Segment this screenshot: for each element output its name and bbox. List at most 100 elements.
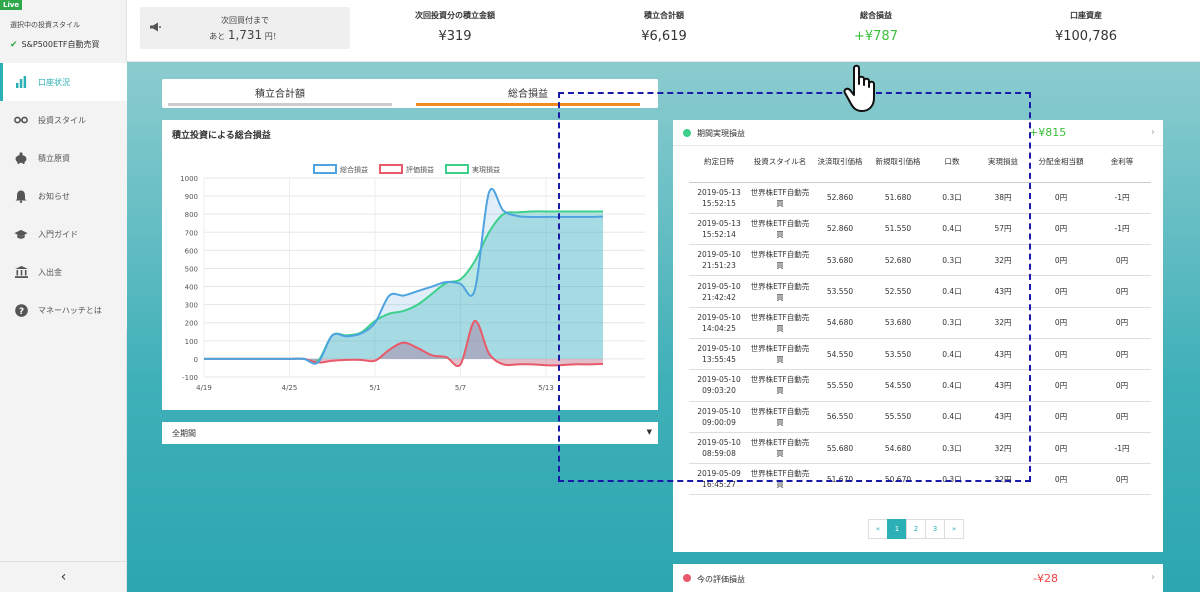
table-cell: 0円 xyxy=(1029,307,1093,339)
table-cell: 0円 xyxy=(1029,338,1093,371)
x-tick-label: 4/19 xyxy=(196,384,212,392)
table-cell: 0円 xyxy=(1093,275,1151,308)
table-cell: 32円 xyxy=(977,432,1029,465)
table-cell: 0.3口 xyxy=(927,244,977,277)
stat-value: ¥319 xyxy=(438,29,472,44)
table-cell: 56.550 xyxy=(811,401,869,433)
table-row: 2019-05-13 15:52:15 世界株ETF自動売買 52.860 51.68… xyxy=(689,182,1151,214)
table-cell: 50.670 xyxy=(869,463,927,496)
table-cell: 2019-05-13 15:52:15 xyxy=(689,182,749,214)
sidebar-item-label: 積立原資 xyxy=(38,153,70,163)
main-content: 積立合計額 総合損益 積立投資による総合損益 1000 900 800 700 600 5… xyxy=(127,62,1200,592)
table-cell: -1円 xyxy=(1093,432,1151,465)
sidebar-item-label: 入出金 xyxy=(38,267,62,277)
table-cell: -1円 xyxy=(1093,182,1151,214)
y-tick-label: 700 xyxy=(185,229,198,237)
realized-profit-card: 期間実現損益 +¥815 › 約定日時 投資スタイル名 決済取引価格 新規取引価… xyxy=(673,120,1163,552)
table-cell: 32円 xyxy=(977,463,1029,496)
sidebar-item-investment-style[interactable]: 投資スタイル xyxy=(0,101,127,139)
table-row: 2019-05-10 09:03:20 世界株ETF自動売買 55.550 54.55… xyxy=(689,369,1151,402)
col-header: 分配金相当額 xyxy=(1029,152,1093,183)
table-row: 2019-05-13 15:52:14 世界株ETF自動売買 52.860 51.55… xyxy=(689,213,1151,246)
sidebar-item-about[interactable]: ? マネーハッチとは xyxy=(0,291,127,329)
table-cell: 55.550 xyxy=(811,369,869,402)
stat-label: 積立合計額 xyxy=(644,11,684,20)
table-cell: 43円 xyxy=(977,369,1029,402)
style-value-text: S&P500ETF自動売買 xyxy=(21,40,100,49)
live-badge: Live xyxy=(0,0,23,10)
tab-total-profit[interactable]: 総合損益 xyxy=(410,79,646,108)
tab-indicator xyxy=(416,103,640,106)
tab-bar: 積立合計額 総合損益 xyxy=(162,79,658,108)
question-circle-icon: ? xyxy=(14,303,28,317)
graduation-cap-icon xyxy=(14,227,28,241)
table-cell: 世界株ETF自動売買 xyxy=(749,213,811,246)
stat-label: 口座資産 xyxy=(1070,11,1102,20)
table-cell: 52.860 xyxy=(811,182,869,214)
y-tick-label: 100 xyxy=(185,338,198,346)
table-cell: 世界株ETF自動売買 xyxy=(749,432,811,465)
table-cell: 0円 xyxy=(1029,369,1093,402)
page-prev-button[interactable]: « xyxy=(868,519,888,539)
y-tick-label: 1000 xyxy=(180,175,198,183)
x-tick-label: 5/7 xyxy=(455,384,466,392)
table-cell: 0.4口 xyxy=(927,275,977,308)
sidebar-item-account-status[interactable]: 口座状況 xyxy=(0,63,127,101)
table-row: 2019-05-10 21:51:23 世界株ETF自動売買 53.680 52.68… xyxy=(689,244,1151,277)
svg-text:?: ? xyxy=(18,307,23,317)
y-tick-label: 500 xyxy=(185,265,198,273)
table-cell: 0.4口 xyxy=(927,338,977,371)
col-header: 投資スタイル名 xyxy=(749,152,811,183)
sidebar-item-deposit-withdrawal[interactable]: 入出金 xyxy=(0,253,127,291)
stat-next-investment: 次回投資分の積立金額 ¥319 xyxy=(375,10,535,44)
tab-accumulated-total[interactable]: 積立合計額 xyxy=(162,79,398,108)
table-cell: 世界株ETF自動売買 xyxy=(749,182,811,214)
glasses-icon xyxy=(14,113,28,127)
pagination: « 1 2 3 » xyxy=(868,519,964,539)
table-cell: 52.860 xyxy=(811,213,869,246)
tab-label: 総合損益 xyxy=(508,89,548,100)
table-cell: 54.680 xyxy=(869,432,927,465)
notice-prefix: あと xyxy=(209,32,226,41)
y-tick-label: 200 xyxy=(185,320,198,328)
y-tick-label: 900 xyxy=(185,193,198,201)
table-header-row: 約定日時 投資スタイル名 決済取引価格 新規取引価格 口数 実現損益 分配金相当… xyxy=(689,152,1151,183)
table-cell: 51.680 xyxy=(869,182,927,214)
page-next-button[interactable]: » xyxy=(944,519,964,539)
green-dot-icon xyxy=(683,129,691,137)
page-3-button[interactable]: 3 xyxy=(925,519,945,539)
legend-swatch xyxy=(379,164,403,174)
page-1-button[interactable]: 1 xyxy=(887,519,907,539)
table-cell: 52.680 xyxy=(869,244,927,277)
table-cell: 0円 xyxy=(1029,213,1093,246)
col-header: 新規取引価格 xyxy=(869,152,927,183)
table-cell: 2019-05-09 16:45:27 xyxy=(689,463,749,496)
period-select[interactable]: 全期間 ▼ xyxy=(162,422,658,444)
col-header: 実現損益 xyxy=(977,152,1029,183)
notice-suffix: 円！ xyxy=(264,32,281,41)
piggy-bank-icon xyxy=(14,151,28,165)
realized-profit-header[interactable]: 期間実現損益 +¥815 › xyxy=(673,120,1163,146)
red-dot-icon xyxy=(683,574,691,582)
y-tick-label: 400 xyxy=(185,284,198,292)
table-cell: 54.550 xyxy=(869,369,927,402)
table-cell: 53.680 xyxy=(811,244,869,277)
table-cell: 43円 xyxy=(977,338,1029,371)
collapse-sidebar-button[interactable]: ‹ xyxy=(0,561,127,592)
unrealized-profit-card[interactable]: 今の評価損益 -¥28 › xyxy=(673,564,1163,592)
page-2-button[interactable]: 2 xyxy=(906,519,926,539)
notice-line1: 次回買付まで xyxy=(221,16,269,25)
table-cell: 43円 xyxy=(977,275,1029,308)
table-cell: 51.550 xyxy=(869,213,927,246)
stat-account-assets: 口座資産 ¥100,786 xyxy=(1006,10,1166,44)
x-tick-label: 5/13 xyxy=(538,384,554,392)
table-cell: 0.3口 xyxy=(927,182,977,214)
table-row: 2019-05-10 08:59:08 世界株ETF自動売買 55.680 54.68… xyxy=(689,432,1151,465)
period-select-value: 全期間 xyxy=(172,429,196,438)
table-cell: 0.4口 xyxy=(927,213,977,246)
sidebar-item-funding[interactable]: 積立原資 xyxy=(0,139,127,177)
sidebar-item-guide[interactable]: 入門ガイド xyxy=(0,215,127,253)
sidebar-item-notices[interactable]: お知らせ xyxy=(0,177,127,215)
sidebar-item-label: マネーハッチとは xyxy=(38,305,102,315)
table-cell: 55.680 xyxy=(811,432,869,465)
